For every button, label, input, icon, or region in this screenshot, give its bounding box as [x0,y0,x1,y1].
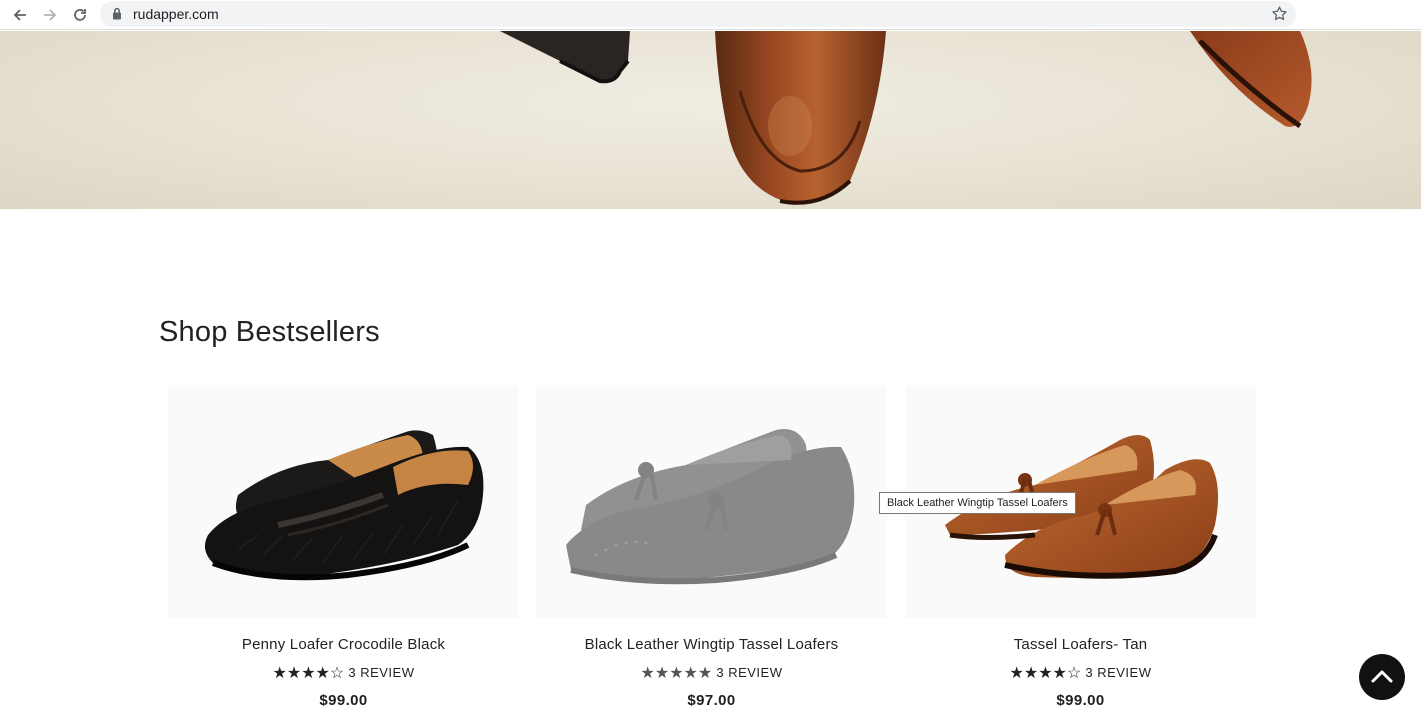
hero-shoes-image [500,31,1312,205]
star-icon[interactable] [1271,5,1288,22]
hover-tooltip: Black Leather Wingtip Tassel Loafers [879,492,1076,514]
product-image[interactable] [536,385,887,618]
reload-button[interactable] [68,3,92,27]
product-name[interactable]: Black Leather Wingtip Tassel Loafers [536,636,887,653]
rating-stars: ★★★★★ [640,665,713,682]
review-count[interactable]: 3 REVIEW [1085,665,1151,680]
product-card[interactable]: Black Leather Wingtip Tassel Loafers ★★★… [536,385,887,709]
rating-stars: ★★★★☆ [272,665,345,682]
hero-banner [0,31,1421,209]
product-price: $99.00 [319,692,368,709]
chevron-up-icon [1371,670,1393,683]
wingtip-tassel-loafer-image [566,429,855,585]
section-title: Shop Bestsellers [159,316,380,348]
scroll-to-top-button[interactable] [1359,654,1405,700]
arrow-left-icon [13,9,26,21]
forward-button[interactable] [38,3,62,27]
product-price: $97.00 [687,692,736,709]
review-count[interactable]: 3 REVIEW [348,665,414,680]
product-rating: ★★★★★ 3 REVIEW [536,663,887,683]
product-image[interactable] [168,385,519,618]
black-croc-loafer-image [204,430,484,581]
url-text: rudapper.com [133,6,219,22]
review-count[interactable]: 3 REVIEW [716,665,782,680]
lock-icon [113,7,121,20]
rating-stars: ★★★★☆ [1009,665,1082,682]
back-button[interactable] [8,3,32,27]
product-name[interactable]: Penny Loafer Crocodile Black [168,636,519,653]
arrow-right-icon [44,9,57,21]
browser-toolbar: rudapper.com [0,0,1421,30]
product-name[interactable]: Tassel Loafers- Tan [905,636,1256,653]
product-card[interactable]: Penny Loafer Crocodile Black ★★★★☆ 3 REV… [168,385,519,709]
product-card[interactable]: Tassel Loafers- Tan ★★★★☆ 3 REVIEW $99.0… [905,385,1256,709]
product-price: $99.00 [1056,692,1105,709]
product-rating: ★★★★☆ 3 REVIEW [168,663,519,683]
reload-icon [74,9,86,21]
product-rating: ★★★★☆ 3 REVIEW [905,663,1256,683]
address-bar[interactable]: rudapper.com [100,1,1296,27]
